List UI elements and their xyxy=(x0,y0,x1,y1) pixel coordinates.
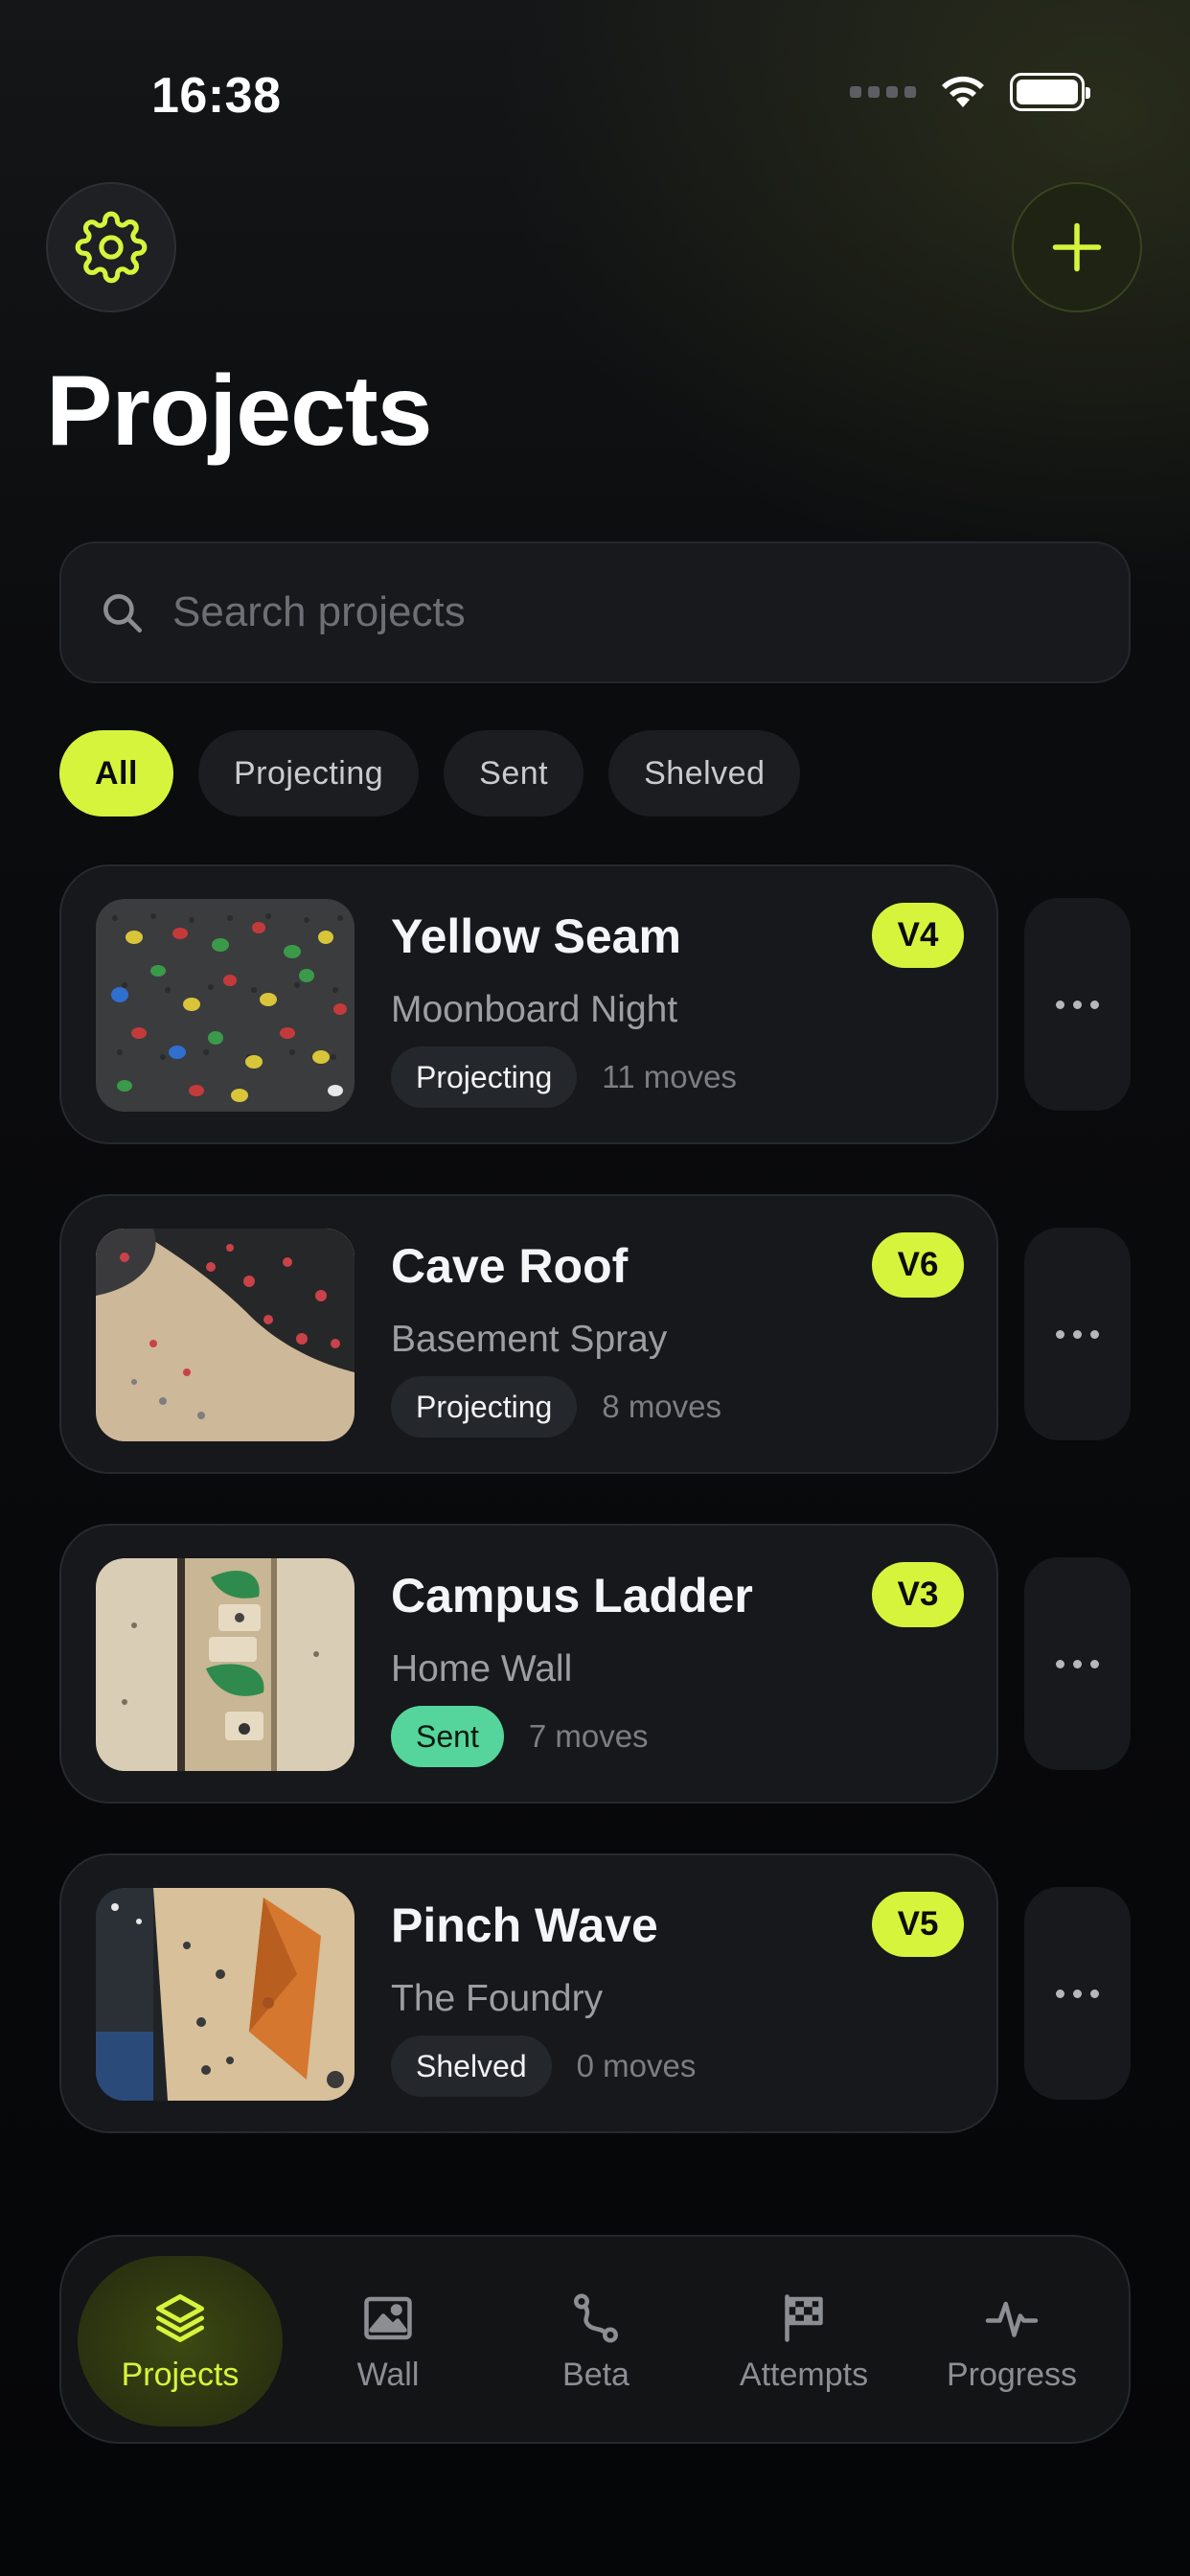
moves-count: 7 moves xyxy=(528,1718,649,1754)
project-wall: Home Wall xyxy=(391,1648,573,1690)
filter-chip-projecting[interactable]: Projecting xyxy=(197,730,420,816)
project-card[interactable]: Pinch Wave The Foundry V5 Shelved 0 move… xyxy=(59,1853,998,2133)
project-meta: Projecting 11 moves xyxy=(391,1046,737,1108)
moves-count: 8 moves xyxy=(602,1389,722,1424)
status-badge: Projecting xyxy=(391,1376,578,1438)
page-title: Projects xyxy=(46,356,432,467)
filter-chip-all[interactable]: All xyxy=(59,730,173,816)
search-input[interactable] xyxy=(172,588,1035,636)
project-name: Pinch Wave xyxy=(391,1898,658,1952)
status-badge: Shelved xyxy=(391,2036,552,2097)
image-icon xyxy=(364,2296,412,2339)
project-card[interactable]: Yellow Seam Moonboard Night V4 Projectin… xyxy=(59,864,998,1144)
project-wall: Basement Spray xyxy=(391,1319,668,1360)
grade-badge: V6 xyxy=(872,1232,964,1298)
add-project-button[interactable] xyxy=(1012,182,1142,312)
battery-icon xyxy=(1010,73,1090,111)
moves-count: 11 moves xyxy=(602,1059,737,1094)
tab-projects[interactable]: Projects xyxy=(78,2256,283,2426)
projects-screen: 16:38 Projects All Projecting xyxy=(0,0,1190,2576)
grade-badge: V3 xyxy=(872,1562,964,1627)
filter-chips: All Projecting Sent Shelved xyxy=(59,730,801,816)
tab-wall[interactable]: Wall xyxy=(286,2256,491,2426)
search-icon xyxy=(103,594,143,633)
status-badge: Sent xyxy=(391,1706,504,1767)
project-name: Cave Roof xyxy=(391,1239,629,1293)
project-wall: The Foundry xyxy=(391,1978,604,2019)
more-icon xyxy=(1056,1329,1064,1339)
moonboard-photo xyxy=(96,899,355,1112)
project-card[interactable]: Cave Roof Basement Spray V6 Projecting 8… xyxy=(59,1194,998,1474)
tab-label: Projects xyxy=(121,2356,240,2393)
tab-attempts[interactable]: Attempts xyxy=(701,2256,906,2426)
more-options-button[interactable] xyxy=(1024,1228,1131,1440)
status-time: 16:38 xyxy=(151,68,282,124)
project-name: Yellow Seam xyxy=(391,909,681,963)
wifi-icon xyxy=(942,76,984,107)
moves-count: 0 moves xyxy=(576,2048,697,2083)
activity-icon xyxy=(985,2301,1039,2337)
checkered-flag-icon xyxy=(785,2293,823,2342)
more-icon xyxy=(1056,1000,1064,1009)
tab-bar: Projects Wall Beta Attempts Progress xyxy=(59,2235,1131,2444)
project-name: Campus Ladder xyxy=(391,1569,753,1622)
grade-badge: V4 xyxy=(872,903,964,968)
tab-beta[interactable]: Beta xyxy=(493,2256,698,2426)
project-wall: Moonboard Night xyxy=(391,989,678,1030)
project-meta: Shelved 0 moves xyxy=(391,2036,696,2097)
more-icon xyxy=(1056,1659,1064,1668)
more-options-button[interactable] xyxy=(1024,1887,1131,2100)
more-icon xyxy=(1056,1989,1064,1998)
cellular-signal-icon xyxy=(850,86,916,98)
cave-roof-photo xyxy=(96,1229,355,1441)
tab-label: Beta xyxy=(562,2356,629,2393)
project-meta: Sent 7 moves xyxy=(391,1706,649,1767)
tab-label: Progress xyxy=(946,2356,1078,2393)
campus-board-photo xyxy=(96,1558,355,1771)
plus-icon xyxy=(1052,222,1102,272)
grade-badge: V5 xyxy=(872,1892,964,1957)
project-meta: Projecting 8 moves xyxy=(391,1376,721,1438)
tab-label: Wall xyxy=(356,2356,420,2393)
settings-button[interactable] xyxy=(46,182,176,312)
gear-icon xyxy=(75,211,148,284)
status-badge: Projecting xyxy=(391,1046,578,1108)
more-options-button[interactable] xyxy=(1024,1557,1131,1770)
search-bar[interactable] xyxy=(59,541,1131,683)
route-icon xyxy=(574,2293,618,2343)
filter-chip-sent[interactable]: Sent xyxy=(444,730,584,816)
layers-icon xyxy=(156,2293,204,2342)
project-card[interactable]: Campus Ladder Home Wall V3 Sent 7 moves xyxy=(59,1524,998,1804)
tab-progress[interactable]: Progress xyxy=(909,2256,1114,2426)
filter-chip-shelved[interactable]: Shelved xyxy=(608,730,801,816)
tab-label: Attempts xyxy=(739,2356,869,2393)
gym-wall-photo xyxy=(96,1888,355,2101)
status-icons xyxy=(850,73,1090,111)
more-options-button[interactable] xyxy=(1024,898,1131,1111)
